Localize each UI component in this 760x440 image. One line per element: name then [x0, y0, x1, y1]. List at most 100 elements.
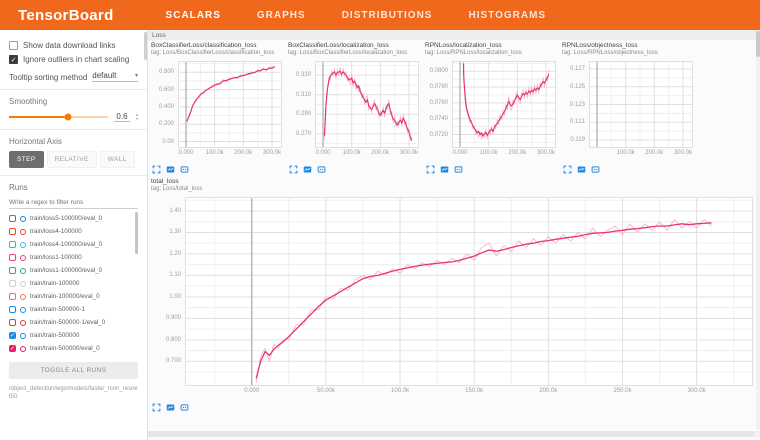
chart-plot-rpn-localization-loss[interactable]: 0.08000.07800.07600.07400.07200.000100.0…	[425, 59, 559, 159]
run-checkbox[interactable]	[9, 306, 16, 313]
y-tick-label: 0.119	[562, 137, 585, 143]
smoothing-value-input[interactable]: 0.6	[114, 112, 130, 122]
chart-toolbar	[289, 161, 422, 173]
chart-plot-classification-loss[interactable]: 0.8000.6000.4000.2000.000.000100.0k200.0…	[151, 59, 285, 159]
run-checkbox[interactable]	[9, 254, 16, 261]
x-tick-label: 100.0k	[384, 388, 416, 394]
y-tick-label: 0.00	[151, 139, 174, 145]
show-download-links-checkbox[interactable]	[9, 41, 18, 50]
chart-card-icon[interactable]	[303, 161, 312, 170]
chart-card-icon[interactable]	[166, 399, 175, 408]
chart-plot-total-loss[interactable]: 1.401.301.201.101.000.9000.8000.7000.000…	[151, 195, 757, 397]
run-checkbox[interactable]	[9, 241, 16, 248]
axis-button-wall[interactable]: WALL	[100, 151, 135, 168]
sidebar-scrollbar[interactable]	[144, 32, 147, 60]
run-row[interactable]: train/train-100000	[9, 277, 138, 290]
x-tick-label: 50.00k	[310, 388, 342, 394]
expand-icon[interactable]	[426, 161, 435, 170]
y-tick-label: 0.121	[562, 119, 585, 125]
fit-domain-icon[interactable]	[454, 161, 463, 170]
chart-plot-box-localization-loss[interactable]: 0.3300.3100.2900.2700.000100.0k200.0k300…	[288, 59, 422, 159]
show-download-links-label: Show data download links	[23, 41, 116, 50]
run-checkbox[interactable]	[9, 293, 16, 300]
chart-card-icon[interactable]	[440, 161, 449, 170]
divider	[0, 89, 147, 90]
tab-graphs[interactable]: GRAPHS	[257, 10, 306, 21]
run-row[interactable]: train/train-500000-1/eval_0	[9, 316, 138, 329]
vertical-scrollbar[interactable]	[756, 30, 760, 430]
tab-scalars[interactable]: SCALARS	[166, 10, 221, 21]
fit-domain-icon[interactable]	[180, 161, 189, 170]
run-row[interactable]: ✓train/train-500000/eval_0	[9, 342, 138, 355]
category-header-loss[interactable]: Loss	[148, 30, 760, 40]
smoothing-slider[interactable]	[9, 116, 108, 118]
run-isolator-icon[interactable]	[20, 294, 26, 300]
run-isolator-icon[interactable]	[20, 255, 26, 261]
run-checkbox[interactable]	[9, 215, 16, 222]
y-tick-label: 1.10	[151, 272, 181, 278]
chart-card-icon[interactable]	[166, 161, 175, 170]
horizontal-scrollbar[interactable]	[148, 431, 754, 437]
run-isolator-icon[interactable]	[20, 307, 26, 313]
run-row[interactable]: train/train-500000-1	[9, 303, 138, 316]
ignore-outliers-checkbox[interactable]: ✓	[9, 55, 18, 64]
run-isolator-icon[interactable]	[20, 229, 26, 235]
expand-icon[interactable]	[563, 161, 572, 170]
axis-button-relative[interactable]: RELATIVE	[47, 151, 97, 168]
run-isolator-icon[interactable]	[20, 216, 26, 222]
chart-toolbar	[563, 161, 696, 173]
run-row[interactable]: train/loss5-100000/eval_0	[9, 212, 138, 225]
y-tick-label: 0.270	[288, 131, 311, 137]
tooltip-sorting-label: Tooltip sorting method	[9, 73, 87, 82]
toggle-all-runs-button[interactable]: TOGGLE ALL RUNS	[9, 362, 138, 379]
x-tick-label: 100.0k	[199, 150, 231, 156]
chart-card-icon[interactable]	[577, 161, 586, 170]
slider-thumb[interactable]	[65, 114, 72, 121]
run-row[interactable]: train/loss4-100000	[9, 225, 138, 238]
expand-icon[interactable]	[289, 161, 298, 170]
run-isolator-icon[interactable]	[20, 346, 26, 352]
run-name: train/loss1-100000	[30, 254, 82, 261]
run-isolator-icon[interactable]	[20, 320, 26, 326]
expand-icon[interactable]	[152, 399, 161, 408]
runs-scrollbar[interactable]	[135, 212, 138, 254]
tab-distributions[interactable]: DISTRIBUTIONS	[342, 10, 433, 21]
run-row[interactable]: train/loss1-100000	[9, 251, 138, 264]
run-checkbox[interactable]: ✓	[9, 332, 16, 339]
fit-domain-icon[interactable]	[180, 399, 189, 408]
run-checkbox[interactable]	[9, 319, 16, 326]
run-row[interactable]: train/loss4-100000/eval_0	[9, 238, 138, 251]
run-isolator-icon[interactable]	[20, 268, 26, 274]
chart-toolbar	[152, 161, 285, 173]
run-row[interactable]: train/train-100000/eval_0	[9, 290, 138, 303]
run-checkbox[interactable]	[9, 280, 16, 287]
scrollbar-corner	[754, 431, 760, 437]
small-charts-row: BoxClassifierLoss/classification_loss ta…	[151, 42, 754, 175]
run-row[interactable]: train/loss1-100000/eval_0	[9, 264, 138, 277]
run-isolator-icon[interactable]	[20, 333, 26, 339]
chart-plot-objectness-loss[interactable]: 0.1270.1250.1230.1210.119100.0k200.0k300…	[562, 59, 696, 159]
y-tick-label: 0.400	[151, 104, 174, 110]
run-name: train/train-500000-1/eval_0	[30, 319, 105, 326]
fit-domain-icon[interactable]	[317, 161, 326, 170]
run-checkbox[interactable]	[9, 267, 16, 274]
expand-icon[interactable]	[152, 161, 161, 170]
chart-card-objectness-loss: RPNLoss/objectness_loss tag: Loss/RPNLos…	[562, 42, 696, 175]
fit-domain-icon[interactable]	[591, 161, 600, 170]
run-checkbox[interactable]	[9, 228, 16, 235]
y-tick-label: 0.0760	[425, 100, 448, 106]
x-tick-label: 100.0k	[473, 150, 505, 156]
tab-histograms[interactable]: HISTOGRAMS	[468, 10, 546, 21]
tooltip-sorting-dropdown[interactable]: default ▾	[92, 71, 138, 82]
axis-button-step[interactable]: STEP	[9, 151, 44, 168]
run-isolator-icon[interactable]	[20, 281, 26, 287]
y-tick-label: 0.290	[288, 111, 311, 117]
horizontal-axis-label: Horizontal Axis	[9, 137, 138, 146]
run-checkbox[interactable]: ✓	[9, 345, 16, 352]
divider	[0, 129, 147, 130]
smoothing-stepper[interactable]: ▴▾	[136, 113, 138, 121]
run-isolator-icon[interactable]	[20, 242, 26, 248]
run-name: train/loss4-100000/eval_0	[30, 241, 102, 248]
runs-filter-input[interactable]	[9, 197, 138, 209]
run-row[interactable]: ✓train/train-500000	[9, 329, 138, 342]
